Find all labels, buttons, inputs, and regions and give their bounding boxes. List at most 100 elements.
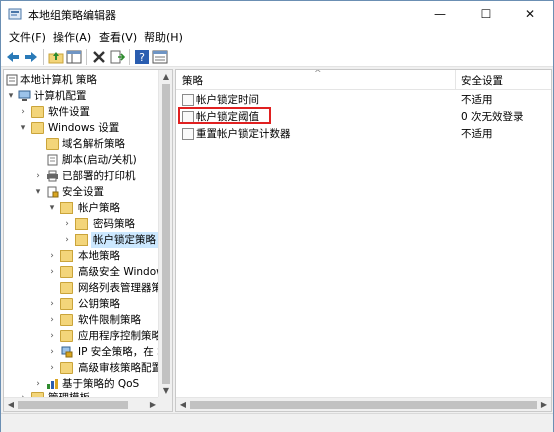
expand-arrow-icon[interactable]: › — [33, 168, 43, 184]
expand-arrow-icon[interactable]: › — [18, 104, 28, 120]
policy-editor-icon — [8, 8, 22, 20]
window-title: 本地组策略编辑器 — [28, 9, 116, 22]
policy-value: 0 次无效登录 — [461, 111, 524, 123]
folder-lock-icon — [75, 218, 88, 230]
delete-icon[interactable] — [91, 49, 107, 65]
script-icon — [47, 154, 58, 166]
svg-text:?: ? — [139, 51, 145, 64]
tree-item-label: Windows 设置 — [48, 122, 120, 134]
scroll-corner — [158, 397, 172, 411]
scroll-right-arrow-icon[interactable]: ▶ — [537, 398, 551, 411]
folder-icon — [60, 266, 73, 278]
tree-item-label: IP 安全策略，在 本 — [78, 346, 168, 358]
folder-lock-icon — [60, 202, 73, 214]
forward-icon[interactable] — [23, 49, 39, 65]
expand-arrow-icon[interactable]: › — [47, 248, 57, 264]
details-list: 策略 ^ 安全设置 帐户锁定时间 不适用 帐户锁定阈值 0 次无效登录 重置帐户… — [175, 69, 552, 412]
tree-item-label: 域名解析策略 — [62, 138, 125, 150]
tree-item-label: 应用程序控制策略 — [78, 330, 162, 342]
title-bar: 本地组策略编辑器 — ☐ ✕ — [1, 1, 553, 27]
toolbar-separator — [43, 49, 44, 65]
menu-file[interactable]: 文件(F) — [9, 29, 46, 45]
folder-lock-icon — [75, 234, 88, 246]
maximize-button[interactable]: ☐ — [463, 1, 509, 27]
tree-item-label: 计算机配置 — [34, 90, 87, 102]
qos-chart-icon — [47, 379, 58, 389]
scroll-up-arrow-icon[interactable]: ▲ — [159, 70, 172, 84]
folder-icon — [46, 138, 59, 150]
policy-name: 重置帐户锁定计数器 — [196, 128, 291, 140]
column-divider[interactable] — [455, 70, 456, 90]
expand-arrow-icon[interactable]: › — [47, 264, 57, 280]
scroll-thumb[interactable] — [162, 84, 170, 384]
console-tree: 本地计算机 策略 ▾ 计算机配置 › 软件设置 ▾ Windows 设置 域名解… — [3, 69, 173, 412]
expand-arrow-icon[interactable]: › — [62, 216, 72, 232]
menu-help[interactable]: 帮助(H) — [144, 29, 183, 45]
policy-setting-icon — [182, 94, 194, 106]
scroll-thumb[interactable] — [190, 401, 537, 409]
scroll-left-arrow-icon[interactable]: ◀ — [4, 398, 18, 411]
expand-arrow-icon[interactable]: › — [62, 232, 72, 248]
tree-item-label: 脚本(启动/关机) — [62, 154, 137, 166]
toolbar: ? — [1, 47, 553, 67]
menu-view[interactable]: 查看(V) — [99, 29, 137, 45]
printer-icon — [47, 170, 58, 182]
toolbar-separator — [86, 49, 87, 65]
export-list-icon[interactable] — [109, 49, 125, 65]
collapse-arrow-icon[interactable]: ▾ — [18, 120, 28, 136]
properties-icon[interactable] — [152, 49, 168, 65]
sort-ascending-icon: ^ — [314, 69, 322, 79]
expand-arrow-icon[interactable]: › — [47, 360, 57, 376]
list-row[interactable]: 重置帐户锁定计数器 不适用 — [176, 125, 551, 143]
close-button[interactable]: ✕ — [507, 1, 553, 27]
security-icon — [47, 186, 59, 198]
up-folder-icon[interactable] — [48, 49, 64, 65]
scroll-left-arrow-icon[interactable]: ◀ — [176, 398, 190, 411]
folder-icon — [60, 282, 73, 294]
tree-item-label: 本地策略 — [78, 250, 120, 262]
minimize-button[interactable]: — — [417, 1, 463, 27]
scroll-down-arrow-icon[interactable]: ▼ — [159, 384, 172, 398]
menu-action[interactable]: 操作(A) — [53, 29, 91, 45]
tree-vertical-scrollbar[interactable]: ▲ ▼ — [158, 70, 172, 398]
scroll-thumb[interactable] — [18, 401, 128, 409]
tree-item-label: 本地计算机 策略 — [20, 74, 97, 86]
folder-icon — [60, 314, 73, 326]
tree-item-label: 高级安全 Window — [78, 266, 165, 278]
collapse-arrow-icon[interactable]: ▾ — [47, 200, 57, 216]
folder-icon — [60, 330, 73, 342]
expand-arrow-icon[interactable]: › — [47, 312, 57, 328]
policy-value: 不适用 — [461, 94, 493, 106]
tree-item-label: 密码策略 — [93, 218, 135, 230]
expand-arrow-icon[interactable]: › — [47, 328, 57, 344]
folder-icon — [31, 106, 44, 118]
tree-horizontal-scrollbar[interactable]: ◀ ▶ — [4, 397, 160, 411]
folder-icon — [60, 362, 73, 374]
computer-policy-icon — [6, 74, 18, 86]
column-header-security-setting[interactable]: 安全设置 — [461, 73, 503, 88]
tree-item-label: 高级审核策略配置 — [78, 362, 162, 374]
expand-arrow-icon[interactable]: › — [33, 376, 43, 392]
collapse-arrow-icon[interactable]: ▾ — [6, 88, 16, 104]
toolbar-separator — [129, 49, 130, 65]
folder-lock-icon — [60, 250, 73, 262]
folder-icon — [31, 122, 44, 134]
tree-item-label: 安全设置 — [62, 186, 104, 198]
column-header-policy[interactable]: 策略 — [182, 73, 203, 88]
expand-arrow-icon[interactable]: › — [47, 296, 57, 312]
tree-item-label: 帐户策略 — [78, 202, 120, 214]
back-icon[interactable] — [5, 49, 21, 65]
help-icon[interactable]: ? — [134, 49, 150, 65]
expand-arrow-icon[interactable]: › — [47, 344, 57, 360]
ip-security-icon — [61, 346, 73, 358]
menu-bar: 文件(F) 操作(A) 查看(V) 帮助(H) — [1, 27, 553, 47]
tree-item-label: 帐户锁定策略 — [91, 232, 158, 248]
folder-icon — [60, 298, 73, 310]
collapse-arrow-icon[interactable]: ▾ — [33, 184, 43, 200]
policy-value: 不适用 — [461, 128, 493, 140]
policy-setting-icon — [182, 128, 194, 140]
list-horizontal-scrollbar[interactable]: ◀ ▶ — [176, 397, 551, 411]
show-hide-tree-icon[interactable] — [66, 49, 82, 65]
group-policy-editor-window: 本地组策略编辑器 — ☐ ✕ 文件(F) 操作(A) 查看(V) 帮助(H) ?… — [0, 0, 554, 432]
tree-item-label: 公钥策略 — [78, 298, 120, 310]
